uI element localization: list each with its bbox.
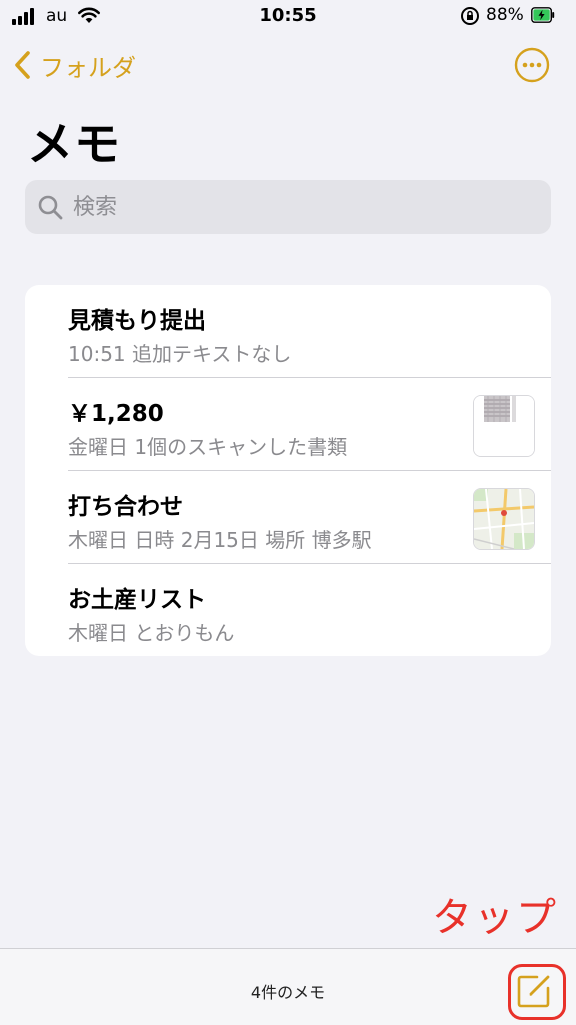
battery-charging-icon — [531, 7, 555, 23]
status-bar: au 10:55 88% — [0, 0, 576, 34]
note-row[interactable]: ￥1,280 金曜日 1個のスキャンした書類 — [25, 378, 551, 471]
bottom-toolbar: 4件のメモ — [0, 948, 576, 1025]
chevron-left-icon — [15, 51, 30, 79]
note-subtitle: 10:51 追加テキストなし — [68, 342, 292, 366]
note-title: お土産リスト — [68, 587, 206, 613]
tap-annotation: タップ — [432, 895, 558, 941]
note-row[interactable]: お土産リスト 木曜日 とおりもん — [25, 564, 551, 656]
search-icon — [38, 195, 63, 220]
note-subtitle: 木曜日 日時 2月15日 場所 博多駅 — [68, 528, 372, 552]
note-count: 4件のメモ — [250, 983, 326, 1002]
scanned-document-thumbnail — [473, 395, 535, 457]
note-title: 見積もり提出 — [68, 308, 206, 334]
notes-list: 見積もり提出 10:51 追加テキストなし ￥1,280 金曜日 1個のスキャン… — [25, 285, 551, 656]
page-title: メモ — [27, 117, 121, 171]
note-title: 打ち合わせ — [68, 494, 183, 520]
note-subtitle: 金曜日 1個のスキャンした書類 — [68, 435, 348, 459]
back-button-label: フォルダ — [40, 53, 136, 82]
more-options-icon[interactable] — [514, 47, 550, 83]
back-to-folders-button[interactable]: フォルダ — [12, 48, 136, 82]
search-bar[interactable] — [25, 180, 551, 234]
note-subtitle: 木曜日 とおりもん — [68, 621, 235, 645]
note-row[interactable]: 見積もり提出 10:51 追加テキストなし — [25, 285, 551, 378]
search-input[interactable] — [71, 193, 515, 221]
compose-note-icon[interactable] — [515, 972, 553, 1010]
rotation-lock-icon — [461, 7, 479, 25]
note-row[interactable]: 打ち合わせ 木曜日 日時 2月15日 場所 博多駅 — [25, 471, 551, 564]
note-title: ￥1,280 — [68, 401, 164, 427]
battery-percent: 88% — [486, 5, 524, 25]
map-thumbnail — [473, 488, 535, 550]
